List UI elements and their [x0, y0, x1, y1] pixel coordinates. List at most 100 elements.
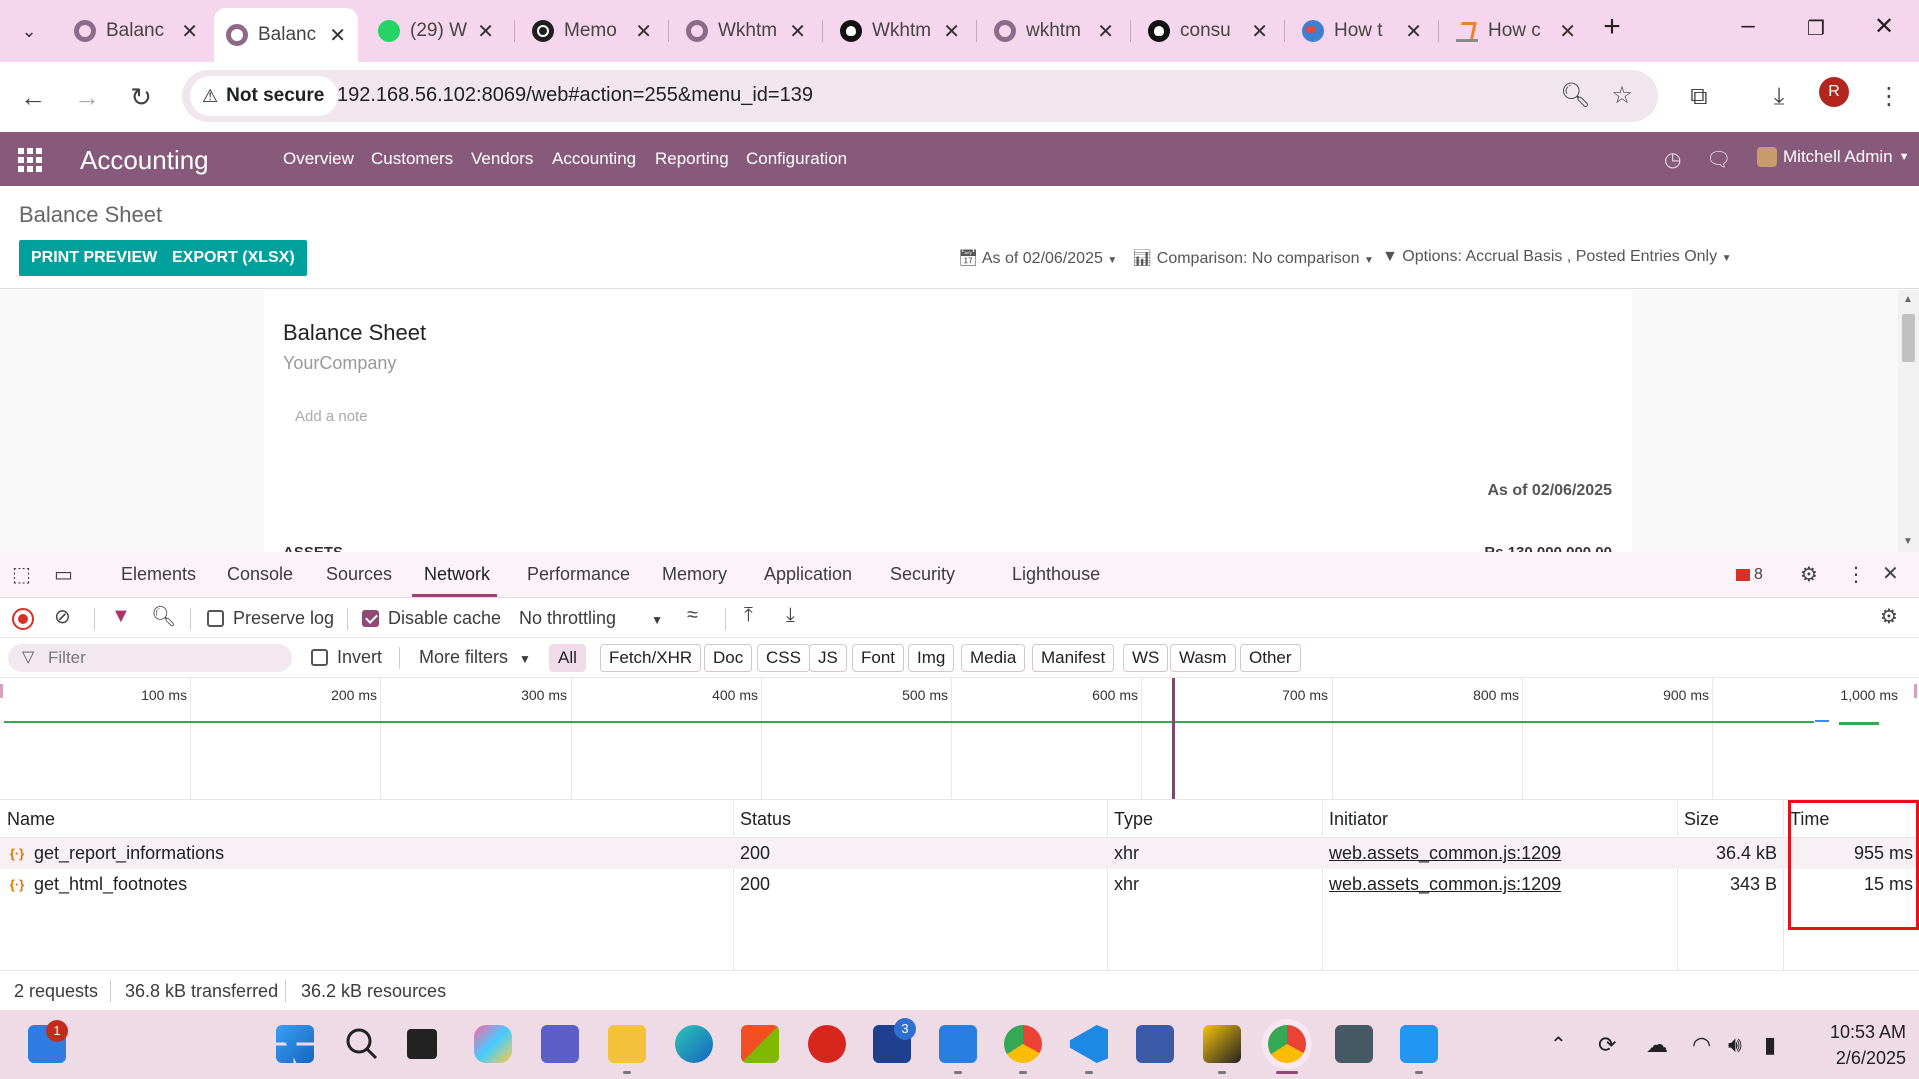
more-filters-dropdown[interactable]: More filters ▼ — [419, 647, 531, 668]
timeline-handle-left[interactable] — [0, 684, 3, 698]
user-menu[interactable]: Mitchell Admin ▼ — [1757, 147, 1910, 167]
devtools-tab-lighthouse[interactable]: Lighthouse — [1012, 564, 1100, 585]
browser-tab[interactable]: consu ✕ — [1136, 10, 1280, 52]
virtualbox-icon[interactable] — [1136, 1025, 1174, 1063]
device-toolbar-icon[interactable]: ▭ — [54, 562, 73, 587]
browser-tab[interactable]: wkhtm ✕ — [982, 10, 1126, 52]
menu-configuration[interactable]: Configuration — [746, 149, 847, 169]
preserve-log-checkbox[interactable] — [207, 610, 224, 627]
type-filter-js[interactable]: JS — [809, 644, 847, 672]
reload-icon[interactable]: ↻ — [124, 80, 158, 114]
volume-icon[interactable]: 🔊︎ — [1728, 1032, 1742, 1058]
timeline-handle-right[interactable] — [1914, 684, 1917, 698]
wps-office-icon[interactable] — [808, 1025, 846, 1063]
browser-tab[interactable]: Wkhtm ✕ — [828, 10, 972, 52]
type-filter-img[interactable]: Img — [908, 644, 955, 672]
menu-vendors[interactable]: Vendors — [471, 149, 533, 169]
table-row[interactable]: {·} get_report_informations 200 xhr web.… — [0, 838, 1919, 869]
filter-input[interactable]: ▽ Filter — [8, 644, 292, 672]
notepad-icon[interactable] — [939, 1025, 977, 1063]
search-icon[interactable]: 🔍︎ — [151, 604, 176, 629]
type-filter-other[interactable]: Other — [1240, 644, 1301, 672]
browser-tab[interactable]: Memo ✕ — [520, 10, 664, 52]
cloud-off-icon[interactable]: ☁ — [1646, 1032, 1668, 1058]
vscode-icon[interactable] — [1070, 1025, 1108, 1063]
close-icon[interactable]: ✕ — [181, 19, 198, 44]
network-conditions-icon[interactable]: ≈ — [687, 604, 698, 627]
type-filter-fetch-xhr[interactable]: Fetch/XHR — [600, 644, 702, 672]
search-icon[interactable] — [343, 1025, 381, 1063]
column-header-type[interactable]: Type — [1107, 800, 1322, 838]
import-har-icon[interactable]: ⤒ — [744, 604, 753, 627]
close-icon[interactable]: ✕ — [789, 19, 806, 44]
devtools-tab-application[interactable]: Application — [764, 564, 852, 585]
battery-icon[interactable]: ▮ — [1764, 1032, 1776, 1058]
type-filter-doc[interactable]: Doc — [704, 644, 753, 672]
scroll-up-icon[interactable]: ▲ — [1903, 294, 1913, 305]
chevron-up-icon[interactable]: ⌃ — [1550, 1032, 1567, 1057]
clear-icon[interactable]: ⊘ — [54, 604, 71, 629]
forward-icon[interactable]: → — [70, 80, 104, 114]
calculator-icon[interactable] — [1335, 1025, 1373, 1063]
add-note-field[interactable]: Add a note — [295, 408, 368, 425]
type-filter-media[interactable]: Media — [961, 644, 1026, 672]
menu-customers[interactable]: Customers — [371, 149, 453, 169]
request-initiator-link[interactable]: web.assets_common.js:1209 — [1329, 874, 1561, 895]
tab-search-button[interactable]: ⌄ — [10, 14, 48, 48]
close-icon[interactable]: ✕ — [1097, 19, 1114, 44]
devtools-tab-performance[interactable]: Performance — [527, 564, 630, 585]
browser-tab[interactable]: (29) W ✕ — [366, 10, 506, 52]
type-filter-wasm[interactable]: Wasm — [1170, 644, 1236, 672]
new-tab-button[interactable]: + — [1592, 10, 1632, 44]
restore-icon[interactable]: ❐ — [1796, 16, 1836, 41]
edge-icon[interactable] — [675, 1025, 713, 1063]
column-header-name[interactable]: Name — [0, 800, 733, 838]
export-xlsx-button[interactable]: EXPORT (XLSX) — [160, 240, 307, 276]
close-devtools-icon[interactable]: ✕ — [1882, 561, 1899, 586]
type-filter-ws[interactable]: WS — [1123, 644, 1169, 672]
column-header-initiator[interactable]: Initiator — [1322, 800, 1677, 838]
comparison-filter[interactable]: 📊︎ Comparison: No comparison ▼ — [1132, 248, 1374, 268]
menu-reporting[interactable]: Reporting — [655, 149, 729, 169]
address-bar[interactable]: ⚠ Not secure 192.168.56.102:8069/web#act… — [182, 70, 1658, 122]
back-icon[interactable]: ← — [16, 80, 50, 114]
activity-clock-icon[interactable]: ◷ — [1664, 147, 1681, 172]
devtools-tab-console[interactable]: Console — [227, 564, 293, 585]
report-section-assets[interactable]: ASSETS — [283, 544, 343, 552]
file-explorer-icon[interactable] — [608, 1025, 646, 1063]
disable-cache-checkbox[interactable] — [362, 610, 379, 627]
invert-checkbox[interactable] — [311, 649, 328, 666]
request-initiator-link[interactable]: web.assets_common.js:1209 — [1329, 843, 1561, 864]
profile-avatar[interactable]: R — [1819, 77, 1849, 107]
browser-tab-active[interactable]: Balanc ✕ — [214, 8, 358, 62]
column-header-status[interactable]: Status — [733, 800, 1107, 838]
sync-icon[interactable]: ⟳ — [1598, 1032, 1616, 1058]
network-timeline-overview[interactable]: 100 ms 200 ms 300 ms 400 ms 500 ms 600 m… — [0, 678, 1919, 800]
chrome-profile-icon[interactable] — [1004, 1025, 1042, 1063]
task-view-icon[interactable] — [407, 1029, 437, 1059]
bookmark-star-icon[interactable]: ☆ — [1608, 82, 1636, 110]
network-settings-gear-icon[interactable]: ⚙ — [1880, 604, 1898, 629]
url-text[interactable]: 192.168.56.102:8069/web#action=255&menu_… — [337, 84, 813, 107]
scroll-down-icon[interactable]: ▼ — [1903, 536, 1913, 547]
settings-gear-icon[interactable]: ⚙ — [1800, 562, 1818, 587]
apps-menu-icon[interactable] — [18, 148, 42, 172]
store-icon[interactable] — [741, 1025, 779, 1063]
minimize-icon[interactable]: – — [1728, 12, 1768, 40]
menu-overview[interactable]: Overview — [283, 149, 354, 169]
copilot-icon[interactable] — [474, 1025, 512, 1063]
close-icon[interactable]: ✕ — [943, 19, 960, 44]
close-icon[interactable]: ✕ — [477, 19, 494, 44]
chrome-icon[interactable] — [1268, 1025, 1306, 1063]
browser-tab[interactable]: How t ✕ — [1290, 10, 1434, 52]
devtools-tab-sources[interactable]: Sources — [326, 564, 392, 585]
kebab-menu-icon[interactable]: ⋮ — [1872, 80, 1906, 114]
error-count-badge[interactable]: 8 — [1736, 566, 1763, 584]
chat-icon[interactable]: 🗨︎ — [1706, 147, 1731, 172]
throttling-select[interactable]: No throttling ▼ — [519, 608, 663, 629]
download-icon[interactable]: ⤓ — [1762, 80, 1796, 114]
devtools-tab-network[interactable]: Network — [424, 564, 490, 585]
type-filter-all[interactable]: All — [549, 644, 586, 672]
page-scrollbar[interactable]: ▲ ▼ — [1898, 290, 1919, 552]
close-window-icon[interactable]: ✕ — [1864, 12, 1904, 41]
